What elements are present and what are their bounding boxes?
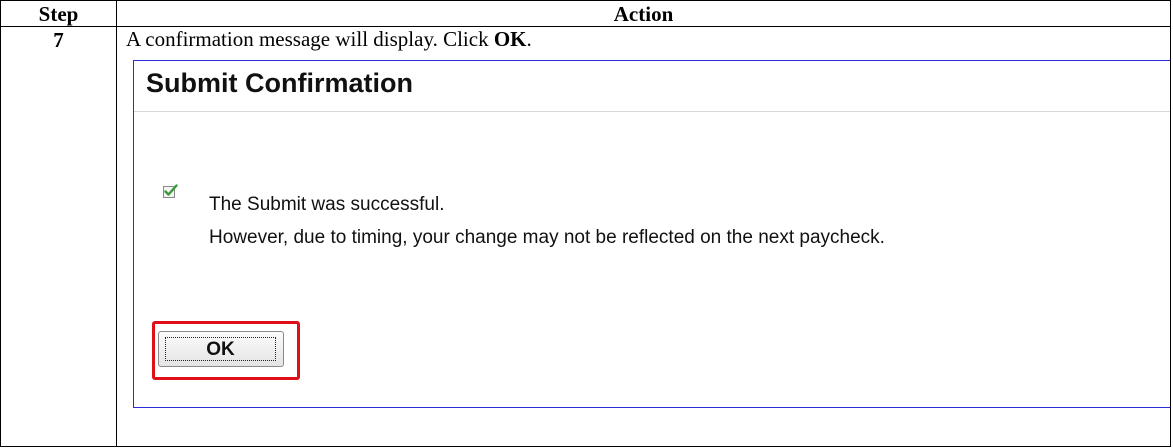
action-column-header: Action bbox=[116, 0, 1171, 27]
success-message: The Submit was successful. bbox=[209, 194, 445, 215]
timing-notice: However, due to timing, your change may … bbox=[209, 227, 885, 248]
instruction-ok-word: OK bbox=[493, 27, 527, 52]
ok-button-label: OK bbox=[165, 337, 276, 361]
table-header-row: Step Action bbox=[0, 0, 1171, 27]
title-divider bbox=[134, 111, 1170, 112]
table-row: 7 A confirmation message will display. C… bbox=[0, 26, 1171, 447]
ok-button[interactable]: OK bbox=[158, 331, 284, 367]
instruction-lead: A confirmation message will display. Cli… bbox=[126, 27, 494, 52]
action-cell: A confirmation message will display. Cli… bbox=[116, 26, 1171, 447]
instruction-text: A confirmation message will display. Cli… bbox=[118, 27, 1170, 53]
step-column-header: Step bbox=[0, 0, 117, 27]
dialog-title: Submit Confirmation bbox=[146, 68, 413, 98]
instruction-period: . bbox=[526, 27, 532, 52]
checkbox-checked-icon bbox=[163, 184, 178, 198]
procedure-table: Step Action 7 A confirmation message wil… bbox=[0, 0, 1171, 447]
confirmation-screenshot: Submit Confirmation The Submit was succe… bbox=[133, 60, 1170, 408]
step-number: 7 bbox=[0, 26, 117, 447]
